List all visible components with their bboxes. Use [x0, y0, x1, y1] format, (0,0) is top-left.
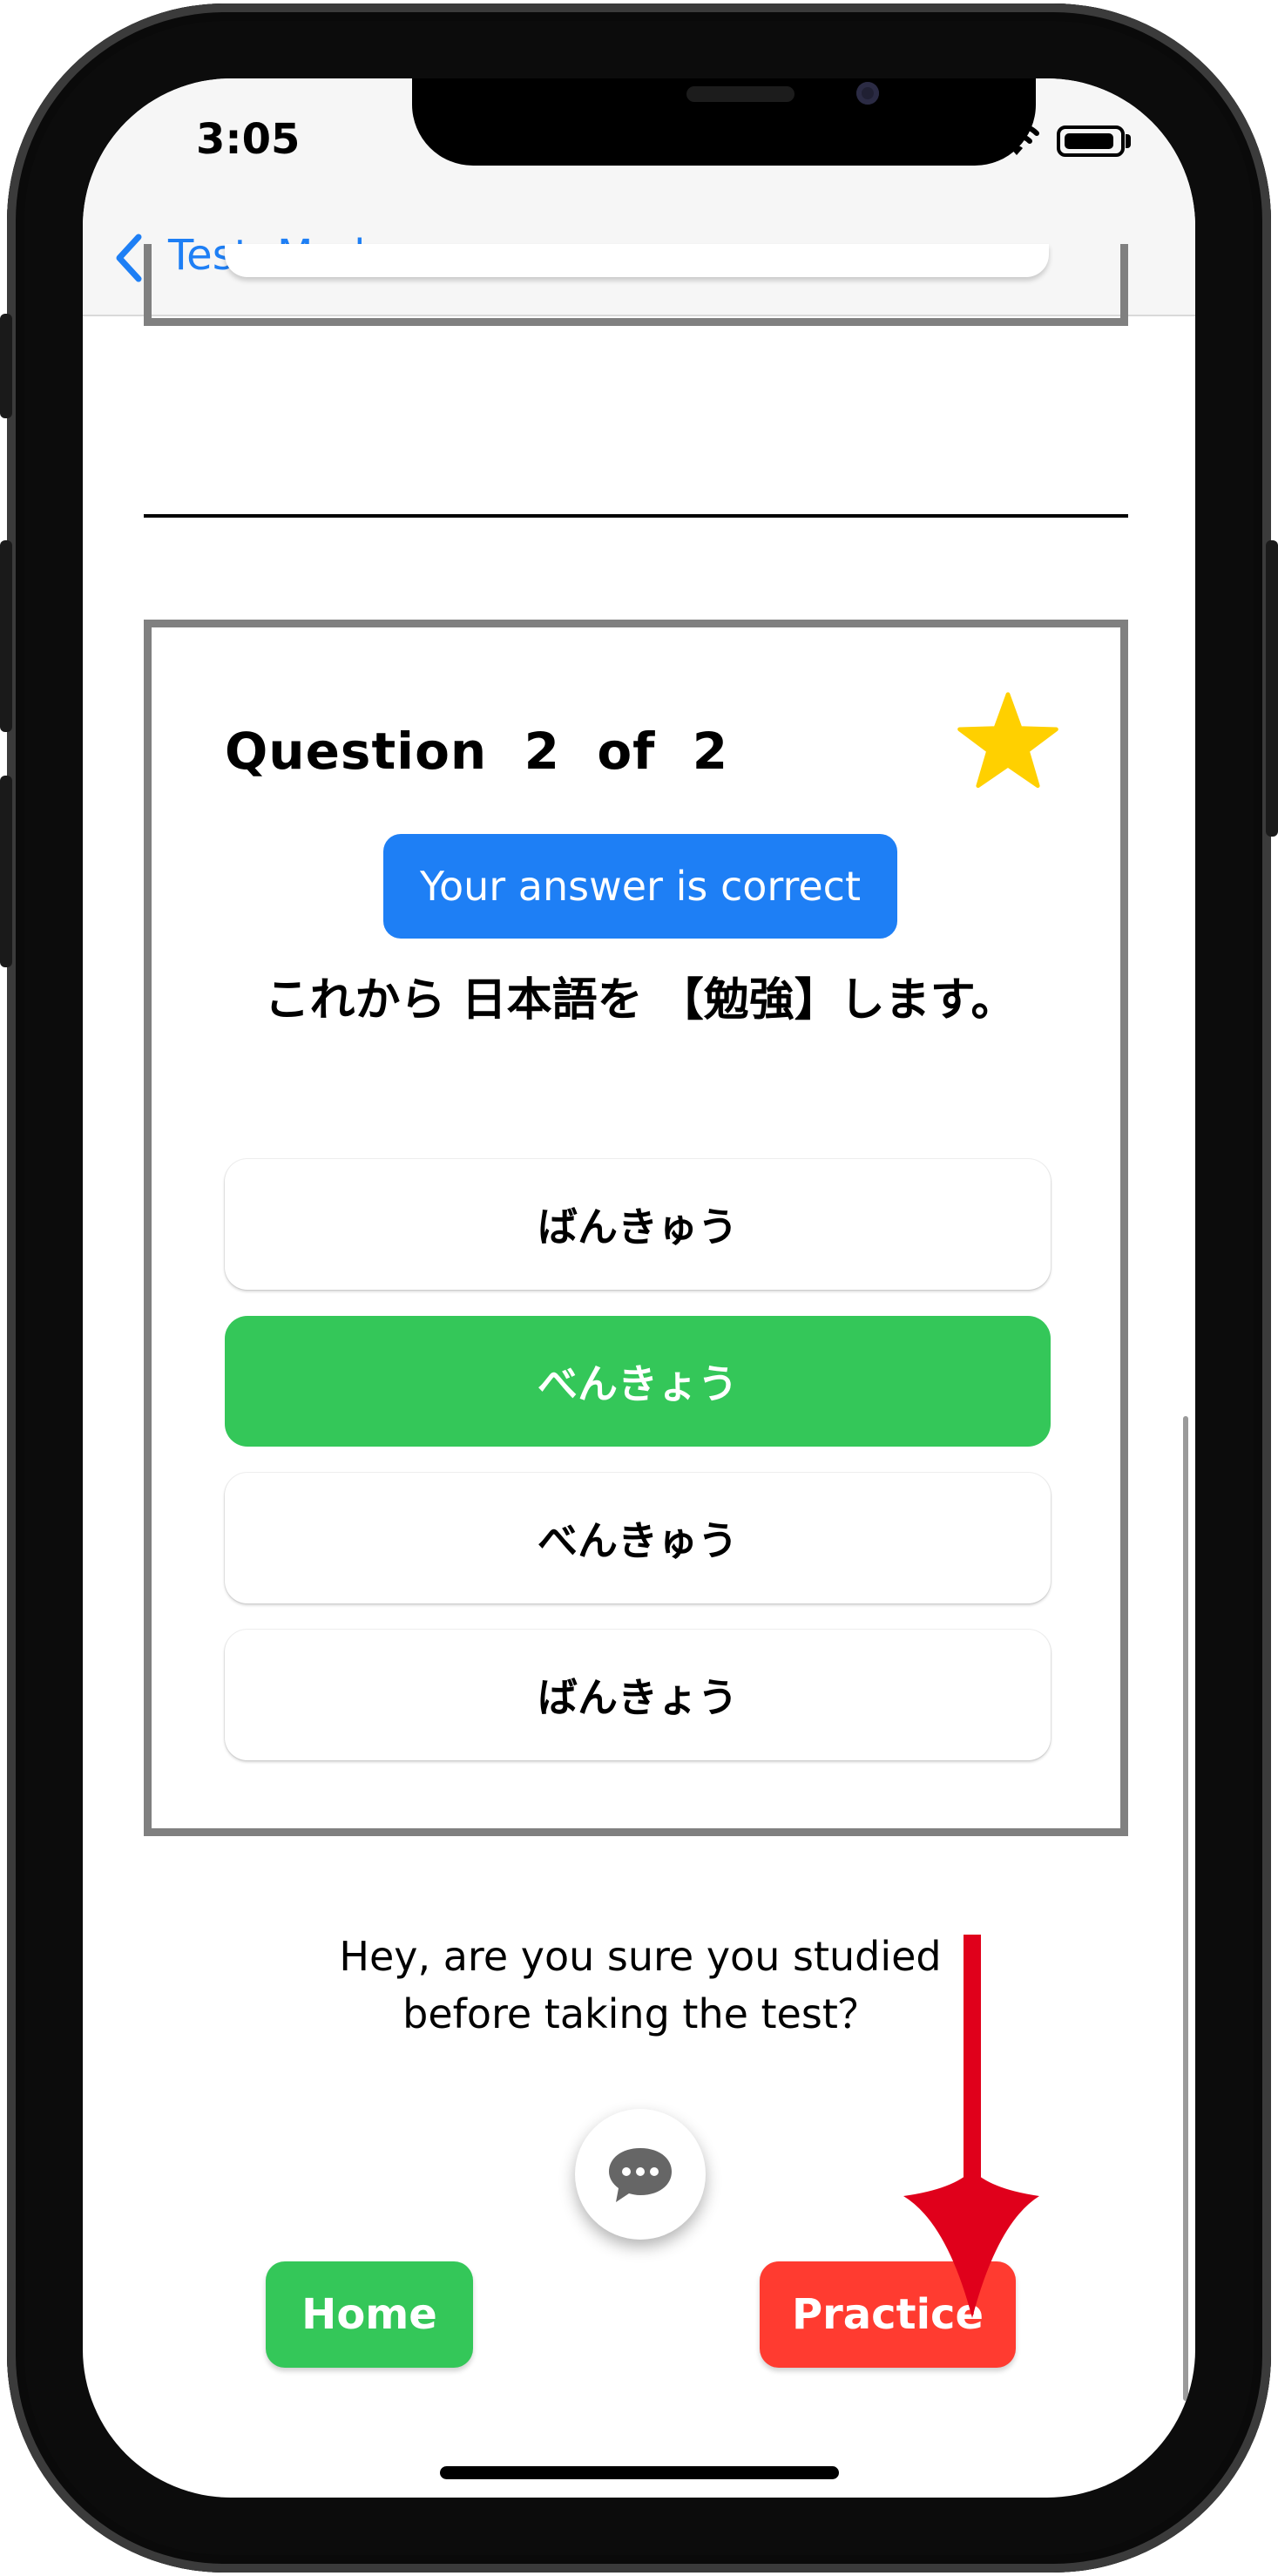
- star-icon[interactable]: [957, 690, 1059, 793]
- volume-down-button: [0, 776, 12, 967]
- chat-bubble-icon: [609, 2148, 672, 2202]
- home-button[interactable]: Home: [266, 2261, 473, 2368]
- result-banner: Your answer is correct: [383, 834, 897, 939]
- question-sentence: これから 日本語を 【勉強】します。: [264, 974, 1017, 1027]
- section-divider: [144, 514, 1128, 518]
- battery-level: [1065, 133, 1113, 149]
- chevron-left-icon[interactable]: [112, 232, 147, 284]
- answer-option[interactable]: ばんきょう: [225, 1630, 1051, 1760]
- answer-option[interactable]: べんきゅう: [225, 1473, 1051, 1603]
- battery-icon: [1057, 125, 1125, 157]
- mute-switch: [0, 314, 12, 418]
- battery-cap: [1126, 134, 1131, 148]
- answer-option[interactable]: ばんきゅう: [225, 1159, 1051, 1290]
- volume-up-button: [0, 540, 12, 732]
- answer-option-selected[interactable]: べんきょう: [225, 1316, 1051, 1447]
- question-counter: Question 2 of 2: [225, 722, 729, 781]
- app-screen: 3:05 ●●●● Test Mode Question 2 of 2 Your…: [83, 78, 1195, 2498]
- scrollbar[interactable]: [1183, 1416, 1188, 2401]
- camera-lens: [856, 82, 879, 105]
- power-button: [1266, 540, 1278, 837]
- speaker-grille: [686, 86, 795, 102]
- home-indicator[interactable]: [440, 2466, 839, 2479]
- previous-answer-option[interactable]: [225, 244, 1049, 277]
- chat-button[interactable]: [575, 2109, 706, 2240]
- annotation-arrow-icon: [903, 1935, 1039, 2318]
- status-time: 3:05: [196, 115, 301, 164]
